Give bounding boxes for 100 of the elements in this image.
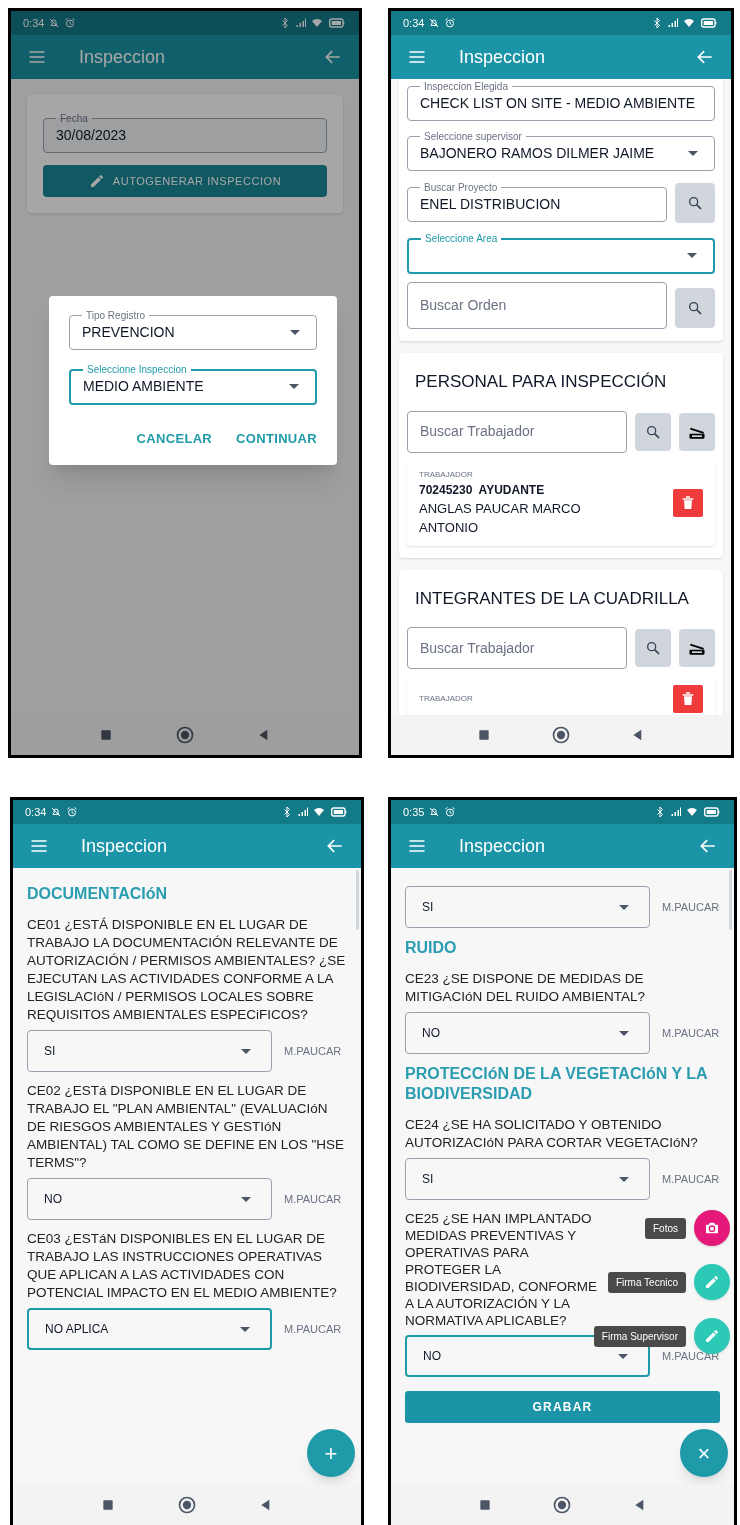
scroll-bar [356,870,359,930]
field-value: SI [44,1043,57,1060]
signal-icon [295,17,307,29]
field-value: PREVENCION [82,323,176,341]
bluetooth-icon [281,806,293,818]
status-time: 0:35 [403,804,425,820]
app-title: Inspeccion [79,45,166,69]
alarm-icon [64,17,77,29]
inspector-name: M.PAUCAR [284,1043,342,1059]
field-value: MEDIO AMBIENTE [83,377,205,395]
search-field[interactable]: Buscar Proyecto ENEL DISTRIBUCION [407,180,667,222]
fab-menu-button[interactable] [694,1210,730,1246]
field-label: Fecha [59,112,89,126]
dropdown-caret-icon [241,1196,251,1202]
tooltip-label: Fotos [645,1217,686,1239]
dropdown-field[interactable]: Seleccione supervisor BAJONERO RAMOS DILMER JAIME [407,129,715,171]
search-field[interactable]: Buscar Trabajador [407,627,627,669]
home-icon[interactable] [177,1495,197,1515]
dropdown-field[interactable]: SI [405,1158,650,1200]
text-field[interactable]: Inspeccion Elegida CHECK LIST ON SITE - MEDIO AMBIENTE [407,79,715,121]
battery-icon [699,15,719,31]
search-field[interactable]: Buscar Orden [407,282,667,329]
trash-icon [680,691,696,707]
home-icon[interactable] [551,725,571,745]
signal-icon [667,17,679,29]
section-heading: DOCUMENTACIóN [27,884,169,904]
battery-icon [327,15,347,31]
wifi-icon [683,17,695,29]
status-time: 0:34 [25,804,47,820]
dropdown-caret-icon [619,1176,629,1182]
app-title: Inspeccion [459,45,546,69]
save-button[interactable]: GRABAR [405,1391,720,1423]
search-button[interactable] [635,629,671,667]
search-icon [645,640,661,656]
field-value: ENEL DISTRIBUCION [420,195,562,213]
dropdown-field[interactable]: SI [405,886,650,928]
pencil-icon [88,173,105,189]
dropdown-field[interactable]: NO [405,1012,650,1054]
alarm-icon [66,806,79,818]
inspector-name: M.PAUCAR [662,1171,720,1187]
tooltip-label: Firma Supervisor [593,1325,686,1347]
bluetooth-icon [279,17,291,29]
battery-icon [329,804,349,820]
dropdown-caret-icon [688,150,698,156]
dropdown-field[interactable]: SI [27,1030,272,1072]
inspector-name: M.PAUCAR [284,1191,342,1207]
dropdown-field[interactable]: Tipo Registro PREVENCION [69,308,317,350]
field-value: 30/08/2023 [56,126,128,144]
field-value: NO APLICA [45,1321,110,1338]
muted-bell-icon [428,17,441,29]
dropdown-field[interactable]: NO [27,1178,272,1220]
search-icon [687,195,703,211]
wifi-icon [313,806,325,818]
dropdown-caret-icon [618,1353,628,1359]
worker-id-role: 70245230 AYUDANTE [419,481,546,499]
dropdown-caret-icon [619,1030,629,1036]
field-placeholder: Buscar Trabajador [420,422,535,441]
section-title: INTEGRANTES DE LA CUADRILLA [414,587,690,610]
dropdown-field[interactable]: Seleccione Area [407,231,715,274]
muted-bell-icon [428,806,441,818]
search-icon [687,299,703,316]
search-button[interactable] [675,183,715,223]
worker-caption: TRABAJADOR [419,468,474,481]
inspector-name: M.PAUCAR [284,1321,342,1337]
pencil-icon [704,1274,720,1290]
date-field[interactable]: Fecha 30/08/2023 [43,111,327,153]
pencil-icon [704,1328,720,1344]
muted-bell-icon [48,17,61,29]
field-label: Seleccione Inspeccion [86,363,188,377]
question-text: CE23 ¿SE DISPONE DE MEDIDAS DE MITIGACIóN DEL RUIDO AMBIENTAL? [405,970,647,1006]
search-field[interactable]: Buscar Trabajador [407,410,627,453]
dropdown-caret-icon [619,904,629,910]
tooltip-label: Firma Tecnico [607,1271,686,1293]
scan-button[interactable] [679,412,715,451]
field-value: BAJONERO RAMOS DILMER JAIME [420,144,656,162]
status-time: 0:34 [23,15,45,31]
field-value: SI [422,899,435,916]
delete-button[interactable] [673,685,703,713]
inspector-name: M.PAUCAR [662,1348,720,1364]
signal-icon [670,806,682,818]
field-value: NO [44,1191,63,1208]
field-label: Seleccione supervisor [423,130,523,144]
field-label: Tipo Registro [85,309,147,323]
dropdown-field[interactable]: NO APLICA [27,1308,272,1350]
search-button[interactable] [675,287,715,328]
home-icon[interactable] [552,1495,573,1515]
bluetooth-icon [651,17,663,29]
scan-button[interactable] [679,629,715,667]
app-title: Inspeccion [459,834,546,858]
field-label: Seleccione Area [424,232,499,246]
delete-button[interactable] [673,489,703,517]
app-title: Inspeccion [81,834,168,858]
alarm-icon [444,17,457,29]
dropdown-field[interactable]: Seleccione Inspeccion MEDIO AMBIENTE [69,362,317,405]
alarm-icon [444,806,457,818]
section-heading: RUIDO [405,938,458,958]
home-icon[interactable] [175,725,195,745]
search-button[interactable] [635,412,671,451]
section-heading: PROTECCIóN DE LA VEGETACIóN Y LA BIODIVERSIDAD [405,1064,708,1104]
question-text: CE02 ¿ESTá DISPONIBLE EN EL LUGAR DE TRABAJO EL "PLAN AMBIENTAL" (EVALUACIóN DE RIESGOS AMBIENTALES Y GESTIóN AMBIENTAL) TAL COMO SE DEFINE EN LOS "HSE TERMS"? [27,1082,346,1172]
